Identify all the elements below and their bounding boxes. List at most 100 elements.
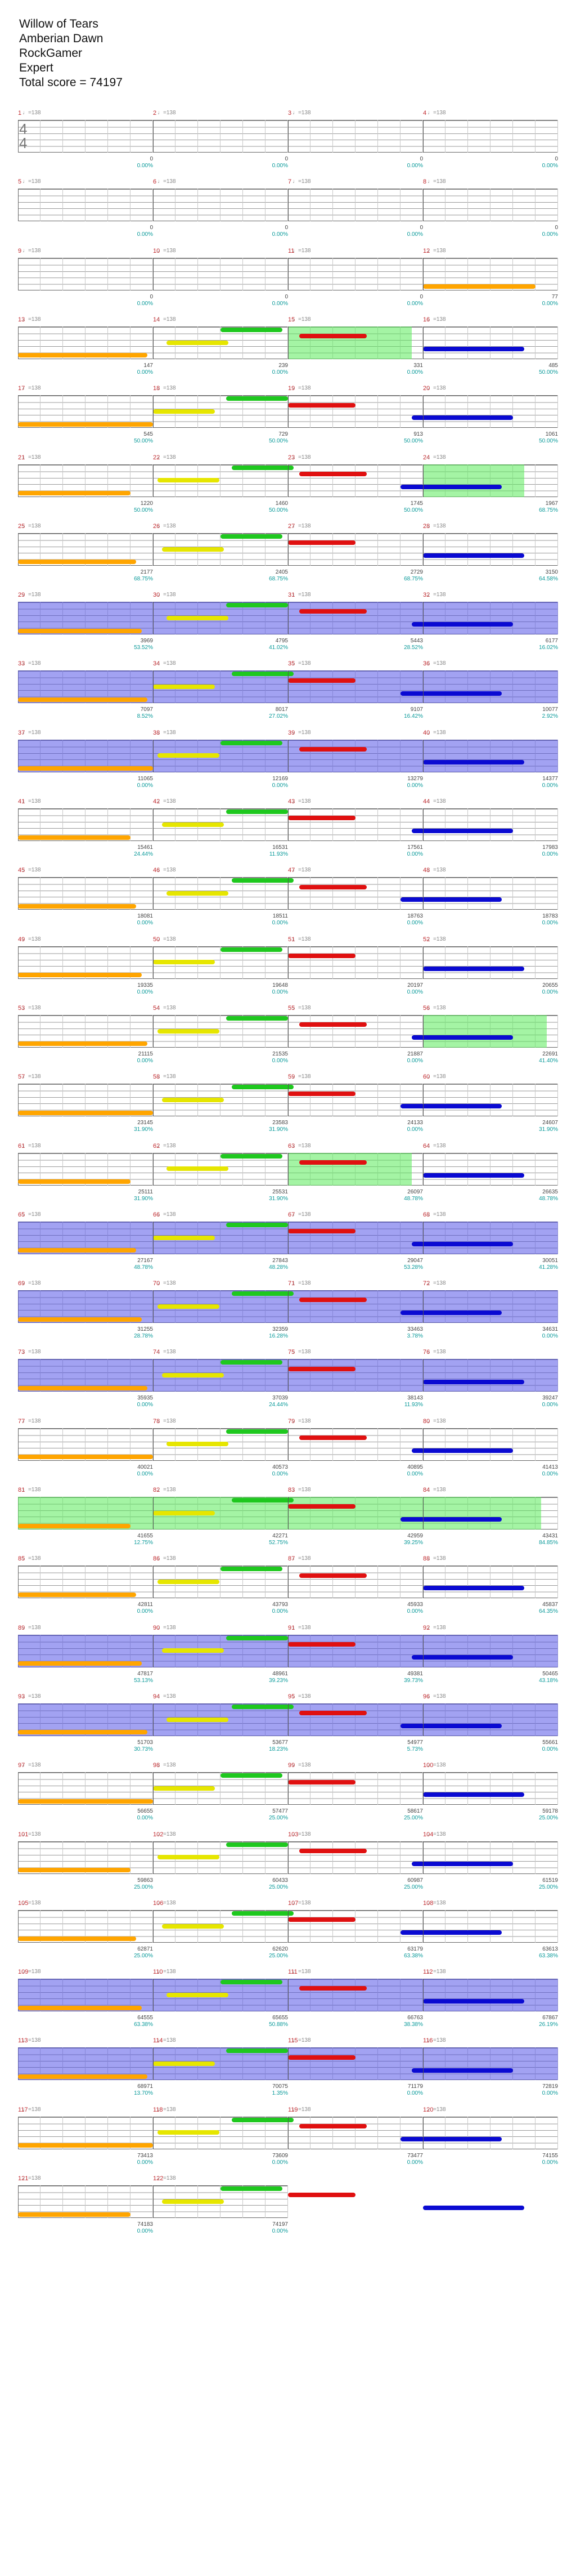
measure-line <box>288 670 289 704</box>
orange-note-sustain <box>18 1385 147 1390</box>
red-note-sustain <box>299 747 367 752</box>
green-note-sustain <box>232 672 294 677</box>
bpm-marker: ♩=138 <box>292 1142 311 1149</box>
green-note-sustain <box>226 1842 288 1847</box>
measure-score: 60433 <box>272 1877 288 1884</box>
bpm-marker: ♩=138 <box>22 1142 41 1149</box>
measure-line <box>153 1152 154 1186</box>
bpm-marker: ♩=138 <box>292 798 311 804</box>
measure-score: 10077 <box>542 706 558 713</box>
measure-percentage: 25.00% <box>134 1884 153 1890</box>
measure-percentage: 0.00% <box>542 1470 558 1477</box>
bpm-marker: ♩=138 <box>22 316 41 323</box>
red-note-sustain <box>299 1022 367 1027</box>
yellow-note-sustain <box>158 753 219 758</box>
measure-percentage: 0.00% <box>272 920 288 927</box>
measure-percentage: 0.00% <box>542 851 558 857</box>
measure-score: 16531 <box>272 844 288 851</box>
blue-note-sustain <box>400 484 502 489</box>
chart-row: 33 ♩=138 7097 8.52% 34 ♩=138 8017 27.02% 35 ♩=138… <box>18 660 576 722</box>
bpm-marker: ♩=138 <box>158 1211 176 1218</box>
measure-line <box>288 1497 289 1530</box>
measure-line <box>153 1841 154 1874</box>
bpm-marker: ♩=138 <box>292 316 311 323</box>
orange-note-sustain <box>18 1523 130 1528</box>
measure-line <box>288 946 289 979</box>
chart-row: 69 ♩=138 31255 28.78% 70 ♩=138 32359 16.28% 71 ♩=… <box>18 1280 576 1342</box>
red-note-sustain <box>288 540 356 545</box>
blue-note-sustain <box>423 2206 524 2211</box>
measure-line <box>153 1084 154 1117</box>
yellow-note-sustain <box>153 1235 215 1240</box>
measure-percentage: 43.18% <box>539 1677 558 1684</box>
measure-line <box>423 395 424 428</box>
green-note-sustain <box>232 878 294 883</box>
measure-percentage: 0.00% <box>137 231 153 238</box>
measure-score: 17983 <box>542 844 558 851</box>
bpm-marker: ♩=138 <box>158 798 176 804</box>
measure-line <box>288 1084 289 1117</box>
bpm-marker: ♩=138 <box>292 867 311 874</box>
measure-percentage: 0.00% <box>407 920 423 927</box>
measure-percentage: 28.52% <box>404 645 423 651</box>
red-note-sustain <box>299 1986 367 1991</box>
bpm-marker: ♩=138 <box>158 592 176 598</box>
measure-line <box>153 395 154 428</box>
song-charter: RockGamer <box>19 47 83 60</box>
measure-line <box>288 877 289 910</box>
measure-percentage: 52.75% <box>269 1540 288 1546</box>
measure-line <box>153 120 154 153</box>
time-signature-bottom: 4 <box>19 135 28 151</box>
measure-percentage: 0.00% <box>407 851 423 857</box>
measure-percentage: 0.00% <box>137 989 153 995</box>
measure-score: 0 <box>285 156 288 162</box>
bpm-marker: ♩=138 <box>22 1831 41 1837</box>
blue-note-sustain <box>423 1792 524 1797</box>
yellow-note-sustain <box>162 1924 224 1929</box>
measure-line <box>153 946 154 979</box>
measure-line <box>423 1772 424 1805</box>
red-note-sustain <box>288 953 356 958</box>
measure-line <box>153 1979 154 2012</box>
measure-score: 65655 <box>272 2015 288 2022</box>
measure-line <box>423 1909 424 1943</box>
bpm-marker: ♩=138 <box>428 1417 446 1424</box>
orange-note-sustain <box>18 1455 153 1460</box>
measure-percentage: 25.00% <box>269 1815 288 1822</box>
bpm-marker: ♩=138 <box>158 247 176 254</box>
measure-score: 13279 <box>407 775 423 782</box>
yellow-note-sustain <box>162 2199 224 2204</box>
bpm-marker: ♩=138 <box>158 1349 176 1356</box>
red-note-sustain <box>299 1848 367 1853</box>
measure-line <box>423 1497 424 1530</box>
red-note-sustain <box>299 609 367 614</box>
measure-percentage: 50.00% <box>269 438 288 445</box>
measure-percentage: 68.75% <box>404 575 423 582</box>
measure-percentage: 0.00% <box>407 231 423 238</box>
bpm-marker: ♩=138 <box>428 1624 446 1631</box>
bpm-marker: ♩=138 <box>158 110 176 116</box>
bpm-marker: ♩=138 <box>428 1487 446 1493</box>
measure-score: 61519 <box>542 1877 558 1884</box>
measure-percentage: 68.75% <box>539 507 558 513</box>
measure-line <box>153 326 154 359</box>
measure-percentage: 0.00% <box>407 163 423 169</box>
measure-line <box>423 326 424 359</box>
measure-percentage: 0.00% <box>272 1470 288 1477</box>
bpm-marker: ♩=138 <box>292 1417 311 1424</box>
measure-percentage: 0.00% <box>407 369 423 375</box>
bpm-marker: ♩=138 <box>158 1693 176 1700</box>
yellow-note-sustain <box>158 2130 219 2135</box>
measure-line <box>423 189 424 222</box>
bpm-marker: ♩=138 <box>158 316 176 323</box>
orange-note-sustain <box>18 353 147 358</box>
bpm-marker: ♩=138 <box>292 1211 311 1218</box>
measure-percentage: 16.42% <box>404 713 423 720</box>
green-note-sustain <box>220 1567 282 1572</box>
measure-line <box>153 808 154 841</box>
measure-percentage: 50.00% <box>134 507 153 513</box>
measure-line <box>423 257 424 290</box>
measure-percentage: 16.02% <box>539 645 558 651</box>
chart-row: 81 ♩=138 41655 12.75% 82 ♩=138 42271 52.75% 83 ♩=… <box>18 1487 576 1549</box>
measure-percentage: 0.00% <box>137 2159 153 2166</box>
